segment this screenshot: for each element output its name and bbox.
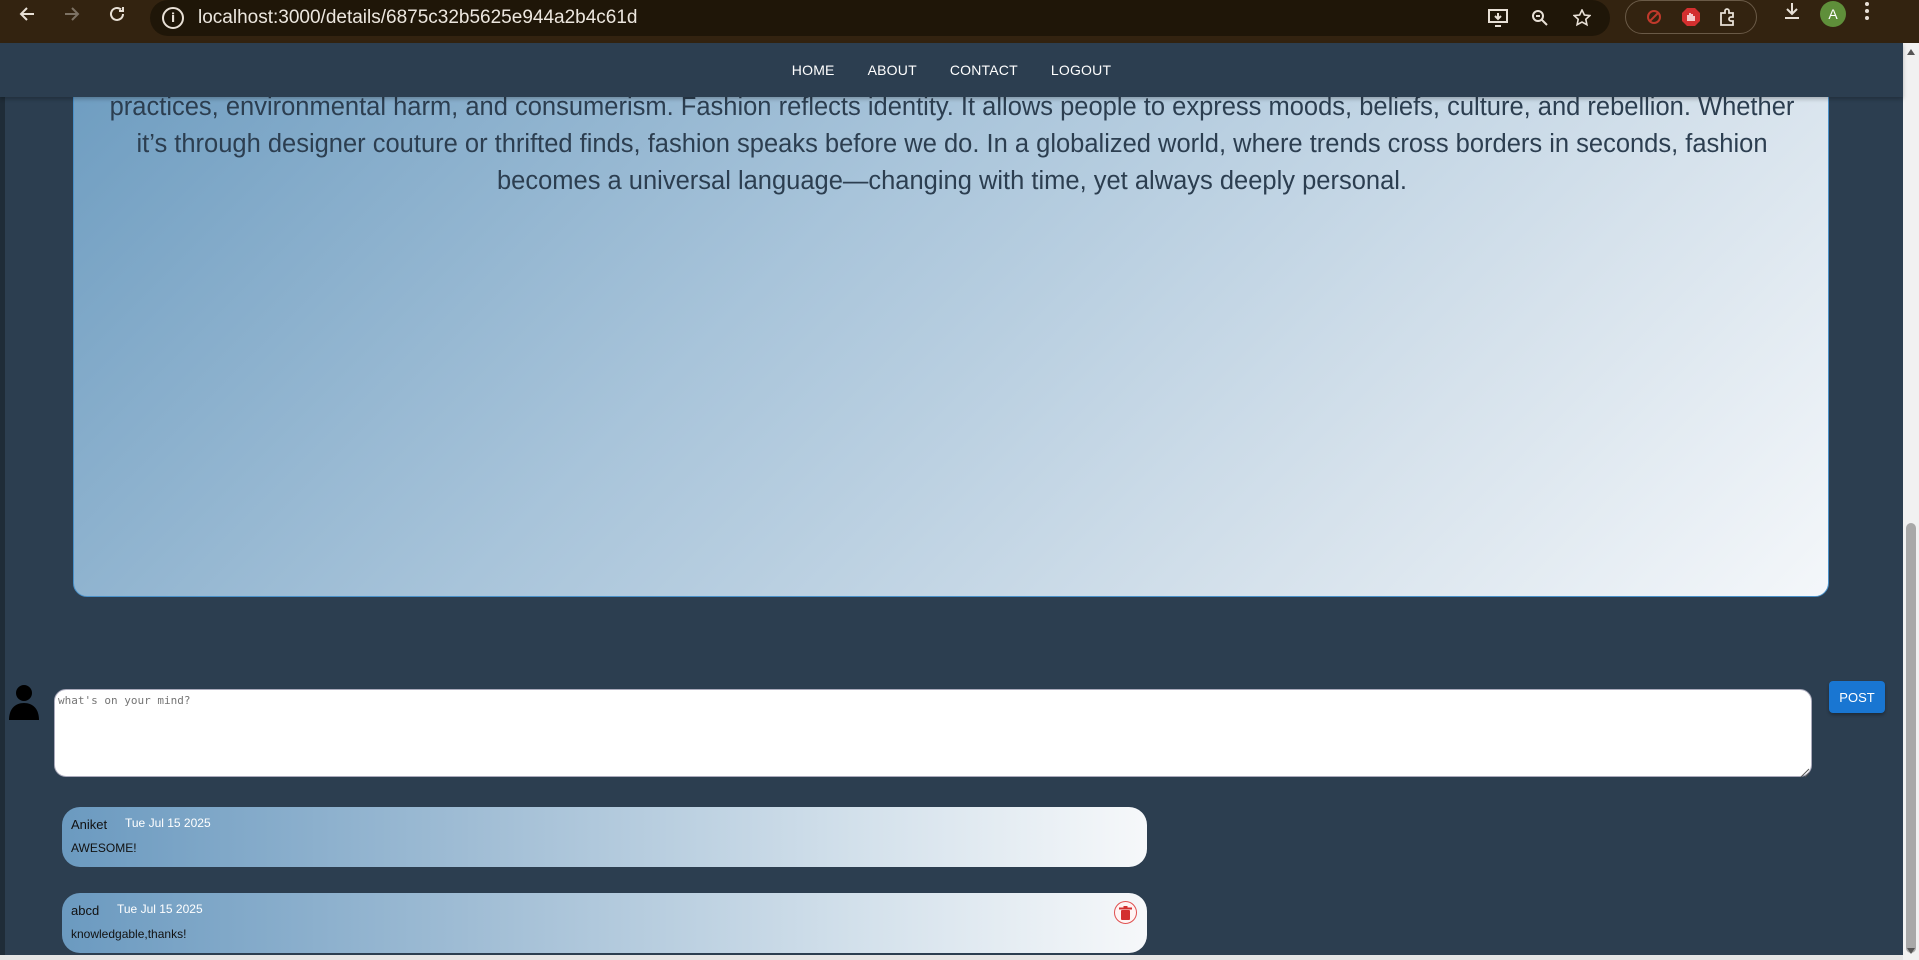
nav-about[interactable]: ABOUT bbox=[868, 62, 917, 78]
article-card: practices, environmental harm, and consu… bbox=[73, 60, 1829, 597]
url-text[interactable]: localhost:3000/details/6875c32b5625e944a… bbox=[198, 7, 638, 29]
comment-author: abcd bbox=[71, 903, 100, 918]
forward-arrow-icon bbox=[65, 7, 80, 21]
nav-logout[interactable]: LOGOUT bbox=[1051, 62, 1111, 78]
back-arrow-icon bbox=[19, 7, 34, 21]
comment-text: knowledgable,thanks! bbox=[71, 927, 187, 941]
post-button[interactable]: POST bbox=[1829, 681, 1885, 713]
bottom-border bbox=[0, 955, 1903, 960]
zoom-icon[interactable] bbox=[1528, 6, 1552, 30]
bookmark-star-icon[interactable] bbox=[1570, 6, 1594, 30]
comment-author: Aniket bbox=[71, 817, 108, 832]
browser-toolbar: i localhost:3000/details/6875c32b5625e94… bbox=[0, 0, 1919, 43]
extension-blocked-icon[interactable] bbox=[1642, 5, 1666, 29]
comment-item: Aniket Tue Jul 15 2025 AWESOME! bbox=[62, 807, 1147, 867]
comment-date: Tue Jul 15 2025 bbox=[125, 816, 211, 830]
nav-contact[interactable]: CONTACT bbox=[950, 62, 1018, 78]
back-button[interactable] bbox=[7, 0, 47, 34]
left-border bbox=[0, 97, 5, 960]
trash-icon bbox=[1119, 905, 1132, 920]
scroll-down-arrow-icon[interactable] bbox=[1907, 948, 1915, 954]
scroll-up-arrow-icon[interactable] bbox=[1907, 49, 1915, 55]
main-navbar: HOME ABOUT CONTACT LOGOUT bbox=[0, 43, 1903, 97]
article-line: it’s through designer couture or thrifte… bbox=[136, 130, 1768, 158]
page-scrollbar[interactable] bbox=[1903, 43, 1919, 960]
resize-handle-icon[interactable] bbox=[1800, 765, 1810, 778]
extensions-puzzle-icon[interactable] bbox=[1716, 5, 1740, 29]
article-body: practices, environmental harm, and consu… bbox=[104, 89, 1800, 200]
comment-item: abcd Tue Jul 15 2025 knowledgable,thanks… bbox=[62, 893, 1147, 953]
comment-text: AWESOME! bbox=[71, 841, 137, 855]
delete-comment-button[interactable] bbox=[1114, 901, 1137, 924]
comment-input[interactable] bbox=[54, 689, 1812, 777]
forward-button[interactable] bbox=[52, 0, 92, 34]
reload-icon bbox=[110, 6, 124, 21]
extensions-group bbox=[1625, 0, 1757, 34]
install-app-icon[interactable] bbox=[1486, 6, 1510, 30]
user-avatar-icon bbox=[8, 684, 40, 720]
reload-button[interactable] bbox=[97, 0, 137, 34]
adblock-extension-icon[interactable] bbox=[1679, 5, 1703, 29]
article-line: becomes a universal language—changing wi… bbox=[496, 167, 1408, 195]
nav-home[interactable]: HOME bbox=[792, 62, 835, 78]
scrollbar-thumb[interactable] bbox=[1906, 523, 1916, 953]
menu-kebab-icon[interactable] bbox=[1864, 1, 1870, 27]
address-bar[interactable]: i localhost:3000/details/6875c32b5625e94… bbox=[150, 0, 1610, 36]
download-icon[interactable] bbox=[1782, 1, 1802, 27]
comment-date: Tue Jul 15 2025 bbox=[117, 902, 203, 916]
site-info-icon[interactable]: i bbox=[162, 7, 184, 29]
profile-avatar[interactable]: A bbox=[1820, 1, 1846, 27]
